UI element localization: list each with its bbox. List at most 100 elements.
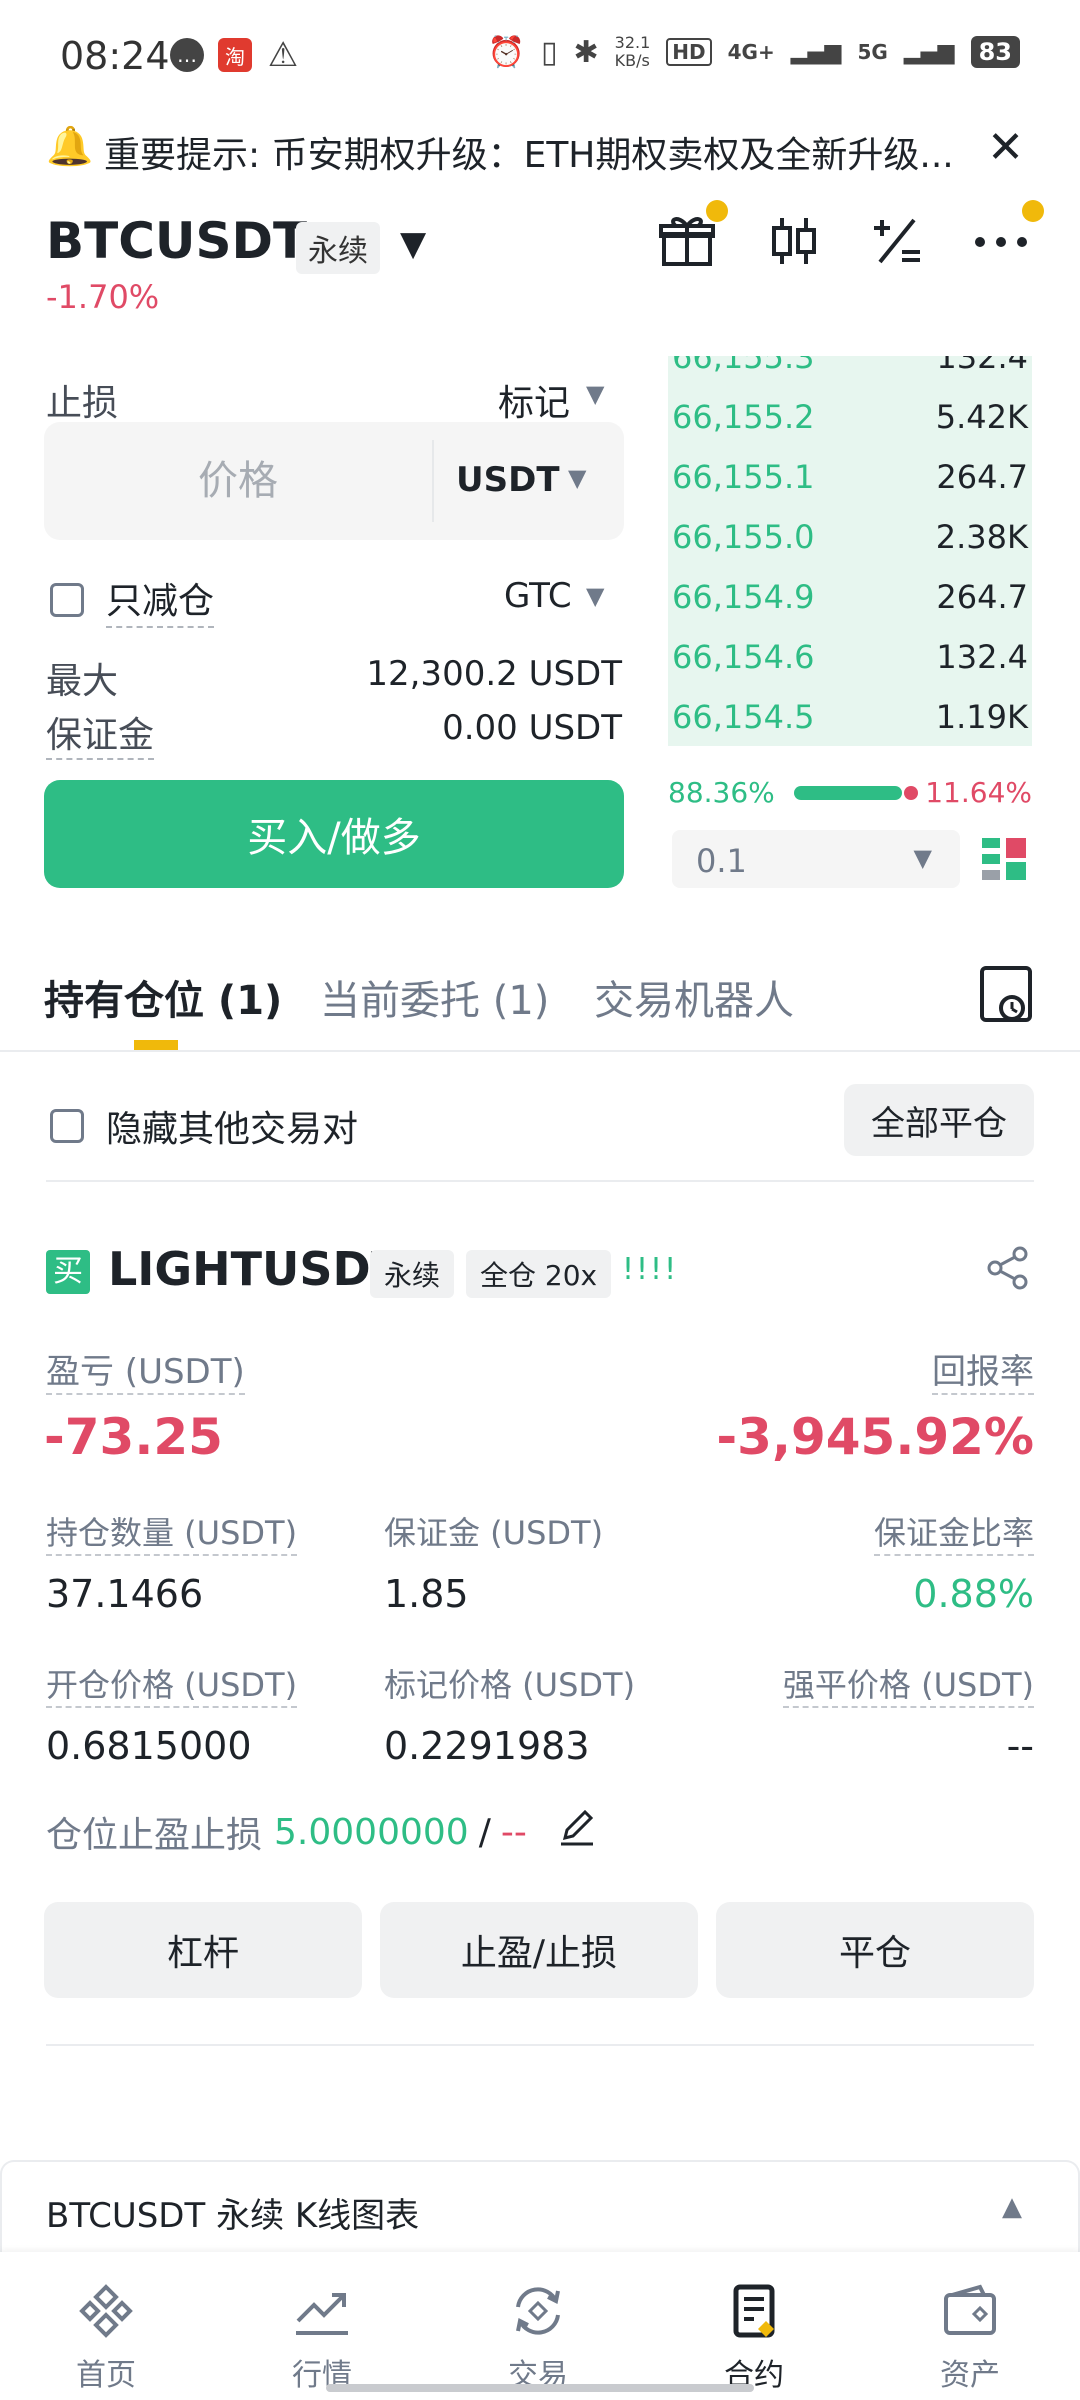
caret-down-icon[interactable]: ▼ bbox=[568, 464, 586, 492]
reduce-only-option[interactable]: 只减仓 bbox=[50, 572, 215, 628]
status-bar: 08:24 … 淘 ⚠ ⏰ ▯ ✱ 32.1 KB/s HD 4G+ ▂▄▆ 5… bbox=[0, 0, 1080, 110]
announcement-text[interactable]: 重要提示: 币安期权升级：ETH期权卖权及全新升级... bbox=[104, 126, 954, 178]
vibrate-icon: ▯ bbox=[541, 34, 558, 70]
order-book-row[interactable]: 66,155.2 5.42K bbox=[668, 386, 1032, 446]
kline-chart-title: BTCUSDT 永续 K线图表 bbox=[46, 2196, 420, 2236]
unit-selector[interactable]: USDT bbox=[456, 460, 560, 500]
status-notification-icons: … 淘 ⚠ bbox=[170, 35, 300, 75]
more-icon[interactable] bbox=[970, 212, 1032, 274]
margin-mode-tag[interactable]: 全仓 20x bbox=[466, 1250, 612, 1298]
entry-price-label[interactable]: 开仓价格 (USDT) bbox=[46, 1660, 298, 1708]
network-4g: 4G+ bbox=[727, 40, 775, 64]
time-in-force-select[interactable]: GTC bbox=[504, 576, 572, 616]
bid-qty: 132.4 bbox=[936, 638, 1028, 676]
hide-other-pairs-label[interactable]: 隐藏其他交易对 bbox=[106, 1100, 358, 1152]
adl-indicator[interactable]: !!!! bbox=[622, 1252, 678, 1287]
calculator-icon[interactable] bbox=[866, 212, 928, 274]
nav-futures[interactable]: 合约 bbox=[674, 2278, 834, 2394]
bid-qty: 264.7 bbox=[936, 458, 1028, 496]
order-book-row[interactable]: 66,154.9 264.7 bbox=[668, 566, 1032, 626]
order-book-row[interactable]: 66,154.5 1.19K bbox=[668, 686, 1032, 746]
margin-label[interactable]: 保证金 bbox=[46, 706, 155, 760]
size-value: 37.1466 bbox=[46, 1572, 204, 1616]
reduce-only-checkbox[interactable] bbox=[50, 583, 84, 617]
binance-logo-icon bbox=[26, 2278, 186, 2344]
edit-icon[interactable] bbox=[557, 1808, 597, 1857]
tab-indicator bbox=[134, 1040, 178, 1050]
liq-price-label[interactable]: 强平价格 (USDT) bbox=[782, 1660, 1034, 1708]
price-input[interactable] bbox=[44, 422, 432, 540]
nav-markets[interactable]: 行情 bbox=[242, 2278, 402, 2394]
trigger-price-type[interactable]: 标记 bbox=[498, 374, 570, 426]
bid-price: 66,154.6 bbox=[672, 638, 815, 676]
close-position-button[interactable]: 平仓 bbox=[716, 1902, 1034, 1998]
divider bbox=[46, 2044, 1034, 2046]
hide-other-pairs-checkbox[interactable] bbox=[50, 1109, 84, 1143]
nav-trade[interactable]: 交易 bbox=[458, 2278, 618, 2394]
nav-assets[interactable]: 资产 bbox=[890, 2278, 1050, 2394]
candlestick-icon[interactable] bbox=[762, 212, 824, 274]
buy-long-button[interactable]: 买入/做多 bbox=[44, 780, 624, 888]
sell-ratio: 11.64% bbox=[925, 776, 1032, 809]
order-book-row[interactable]: 66,155.0 2.38K bbox=[668, 506, 1032, 566]
gift-icon[interactable] bbox=[656, 212, 718, 274]
tab-positions[interactable]: 持有仓位 (1) bbox=[44, 968, 282, 1026]
roe-label[interactable]: 回报率 bbox=[932, 1344, 1034, 1395]
share-icon[interactable] bbox=[986, 1246, 1034, 1294]
depth-precision-select[interactable]: 0.1 ▼ bbox=[672, 830, 960, 888]
buy-sell-ratio: 88.36% 11.64% bbox=[668, 776, 1032, 812]
leverage-button[interactable]: 杠杆 bbox=[44, 1902, 362, 1998]
margin-ratio-label[interactable]: 保证金比率 bbox=[873, 1508, 1034, 1556]
mark-price-label: 标记价格 (USDT) bbox=[384, 1666, 636, 1704]
tp-value: 5.0000000 bbox=[274, 1811, 469, 1853]
book-layout-icon[interactable] bbox=[982, 836, 1028, 884]
order-book-row[interactable]: 66,155.3 132.4 bbox=[668, 356, 1032, 386]
bid-qty: 1.19K bbox=[935, 698, 1028, 736]
network-5g: 5G bbox=[857, 40, 888, 64]
tab-open-orders[interactable]: 当前委托 (1) bbox=[320, 968, 549, 1026]
pnl-label[interactable]: 盈亏 (USDT) bbox=[46, 1344, 245, 1395]
order-history-icon[interactable] bbox=[980, 966, 1032, 1022]
alarm-icon: ⏰ bbox=[487, 34, 525, 70]
contract-type-tag: 永续 bbox=[296, 222, 380, 274]
margin-value: 0.00 USDT bbox=[442, 708, 622, 748]
roe-value: -3,945.92% bbox=[716, 1408, 1034, 1466]
caret-down-icon[interactable]: ▼ bbox=[586, 582, 604, 610]
side-tag: 买 bbox=[46, 1250, 90, 1294]
reduce-only-label[interactable]: 只减仓 bbox=[106, 572, 215, 628]
symbol-title[interactable]: BTCUSDT bbox=[46, 212, 307, 270]
signal-icon: ▂▄▆ bbox=[790, 39, 842, 65]
nav-home[interactable]: 首页 bbox=[26, 2278, 186, 2394]
price-change: -1.70% bbox=[46, 278, 160, 316]
size-label[interactable]: 持仓数量 (USDT) bbox=[46, 1508, 298, 1556]
divider bbox=[46, 1180, 1034, 1182]
sl-value: -- bbox=[500, 1811, 527, 1853]
position-symbol[interactable]: LIGHTUSDT bbox=[108, 1242, 402, 1296]
order-book-row[interactable]: 66,155.1 264.7 bbox=[668, 446, 1032, 506]
position-tabs: 持有仓位 (1) 当前委托 (1) 交易机器人 bbox=[0, 960, 1080, 1052]
announcement-banner[interactable]: 🔔 重要提示: 币安期权升级：ETH期权卖权及全新升级... ✕ bbox=[0, 118, 1080, 180]
order-book-row[interactable]: 66,154.6 132.4 bbox=[668, 626, 1032, 686]
home-indicator[interactable] bbox=[326, 2384, 754, 2392]
caret-down-icon[interactable]: ▼ bbox=[586, 380, 604, 408]
notification-dot bbox=[1022, 200, 1044, 222]
close-all-button[interactable]: 全部平仓 bbox=[844, 1084, 1034, 1156]
kline-chart-toggle[interactable]: BTCUSDT 永续 K线图表 ▲ bbox=[0, 2160, 1080, 2252]
futures-icon bbox=[674, 2278, 834, 2344]
bid-price: 66,155.1 bbox=[672, 458, 815, 496]
hide-other-pairs-option[interactable]: 隐藏其他交易对 bbox=[50, 1100, 358, 1152]
caret-down-icon: ▼ bbox=[913, 844, 932, 872]
order-type-label[interactable]: 止损 bbox=[46, 374, 118, 426]
tpsl-button[interactable]: 止盈/止损 bbox=[380, 1902, 698, 1998]
close-icon[interactable]: ✕ bbox=[987, 122, 1024, 173]
tab-trading-bots[interactable]: 交易机器人 bbox=[594, 968, 794, 1026]
bid-price: 66,155.0 bbox=[672, 518, 815, 556]
position-tpsl[interactable]: 仓位止盈止损 5.0000000 / -- bbox=[46, 1806, 597, 1858]
mark-price-value: 0.2291983 bbox=[384, 1724, 590, 1768]
price-input-box[interactable]: USDT ▼ bbox=[44, 422, 624, 540]
caret-down-icon[interactable]: ▼ bbox=[400, 224, 426, 264]
caret-up-icon[interactable]: ▲ bbox=[1002, 2192, 1022, 2222]
bid-price: 66,155.2 bbox=[672, 398, 815, 436]
max-value: 12,300.2 USDT bbox=[366, 654, 622, 694]
taobao-icon: 淘 bbox=[218, 38, 252, 72]
